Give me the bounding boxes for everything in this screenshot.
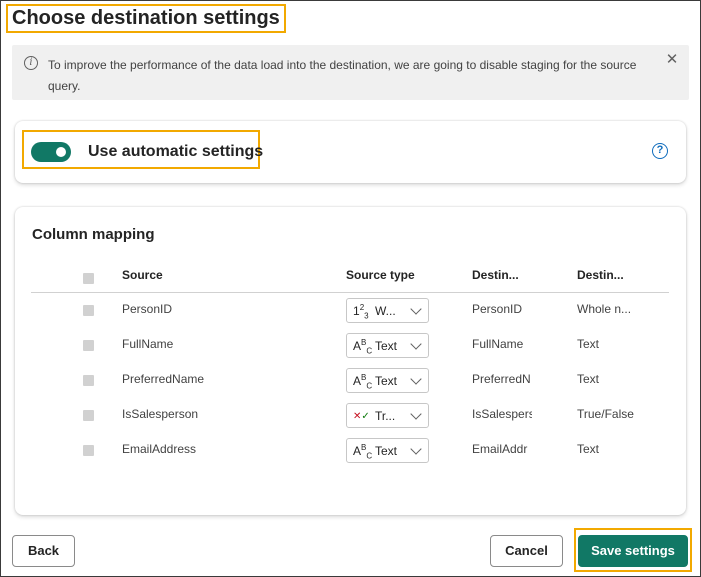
chevron-down-icon — [410, 373, 422, 385]
automatic-settings-label: Use automatic settings — [88, 143, 264, 160]
source-type-label: W... — [375, 304, 396, 318]
destination-column-name: EmailAddr — [472, 442, 528, 456]
text-type-icon: ABC — [353, 443, 373, 461]
header-source-type: Source type — [346, 268, 415, 282]
source-type-dropdown[interactable]: ABC Text — [346, 438, 429, 463]
destination-type: Text — [577, 372, 600, 386]
save-settings-button[interactable]: Save settings — [578, 535, 688, 567]
close-icon[interactable]: ✕ — [665, 52, 679, 67]
source-column-name: PersonID — [122, 302, 173, 316]
source-type-dropdown[interactable]: ABC Text — [346, 368, 429, 393]
destination-type: True/False — [577, 407, 634, 421]
source-type-dropdown[interactable]: 123 W... — [346, 298, 429, 323]
source-column-name: EmailAddress — [122, 442, 197, 456]
source-column-name: IsSalesperson — [122, 407, 199, 421]
chevron-down-icon — [410, 408, 422, 420]
source-column-name: PreferredName — [122, 372, 205, 386]
row-checkbox[interactable] — [83, 410, 94, 421]
source-type-label: Tr... — [375, 409, 396, 423]
cancel-button[interactable]: Cancel — [490, 535, 563, 567]
header-destination-type: Destin... — [577, 268, 624, 282]
info-icon: i — [24, 56, 38, 70]
info-banner: i To improve the performance of the data… — [12, 45, 689, 100]
source-column-name: FullName — [122, 337, 174, 351]
header-destination-column: Destin... — [472, 268, 519, 282]
text-type-icon: ABC — [353, 373, 373, 391]
column-mapping-card: Column mapping Source Source type Destin… — [15, 207, 686, 515]
back-button[interactable]: Back — [12, 535, 75, 567]
destination-type: Text — [577, 337, 600, 351]
column-mapping-title: Column mapping — [32, 226, 155, 243]
dialog: Choose destination settings i To improve… — [0, 0, 701, 577]
destination-type: Whole n... — [577, 302, 632, 316]
automatic-settings-card: Use automatic settings ? — [15, 121, 686, 183]
automatic-settings-toggle[interactable] — [31, 142, 71, 162]
row-checkbox[interactable] — [83, 445, 94, 456]
question-circle-icon[interactable]: ? — [652, 143, 668, 159]
source-type-label: Text — [375, 444, 398, 458]
source-type-label: Text — [375, 339, 398, 353]
dialog-title: Choose destination settings — [6, 4, 286, 33]
chevron-down-icon — [410, 303, 422, 315]
text-type-icon: ABC — [353, 338, 373, 356]
destination-column-name: PreferredN — [472, 372, 531, 386]
source-type-label: Text — [375, 374, 398, 388]
row-checkbox[interactable] — [83, 375, 94, 386]
chevron-down-icon — [410, 443, 422, 455]
banner-text: To improve the performance of the data l… — [48, 58, 637, 93]
destination-column-name: PersonID — [472, 302, 523, 316]
header-divider — [31, 292, 669, 293]
chevron-down-icon — [410, 338, 422, 350]
destination-type: Text — [577, 442, 600, 456]
source-type-dropdown[interactable]: ABC Text — [346, 333, 429, 358]
toggle-knob — [56, 147, 66, 157]
whole-number-type-icon: 123 — [353, 303, 369, 321]
row-checkbox[interactable] — [83, 305, 94, 316]
source-type-dropdown[interactable]: ✕✓ Tr... — [346, 403, 429, 428]
true-false-type-icon: ✕✓ — [353, 411, 370, 422]
select-all-checkbox[interactable] — [83, 273, 94, 284]
header-source: Source — [122, 268, 163, 282]
destination-column-name: IsSalespers — [472, 407, 532, 421]
row-checkbox[interactable] — [83, 340, 94, 351]
destination-column-name: FullName — [472, 337, 524, 351]
